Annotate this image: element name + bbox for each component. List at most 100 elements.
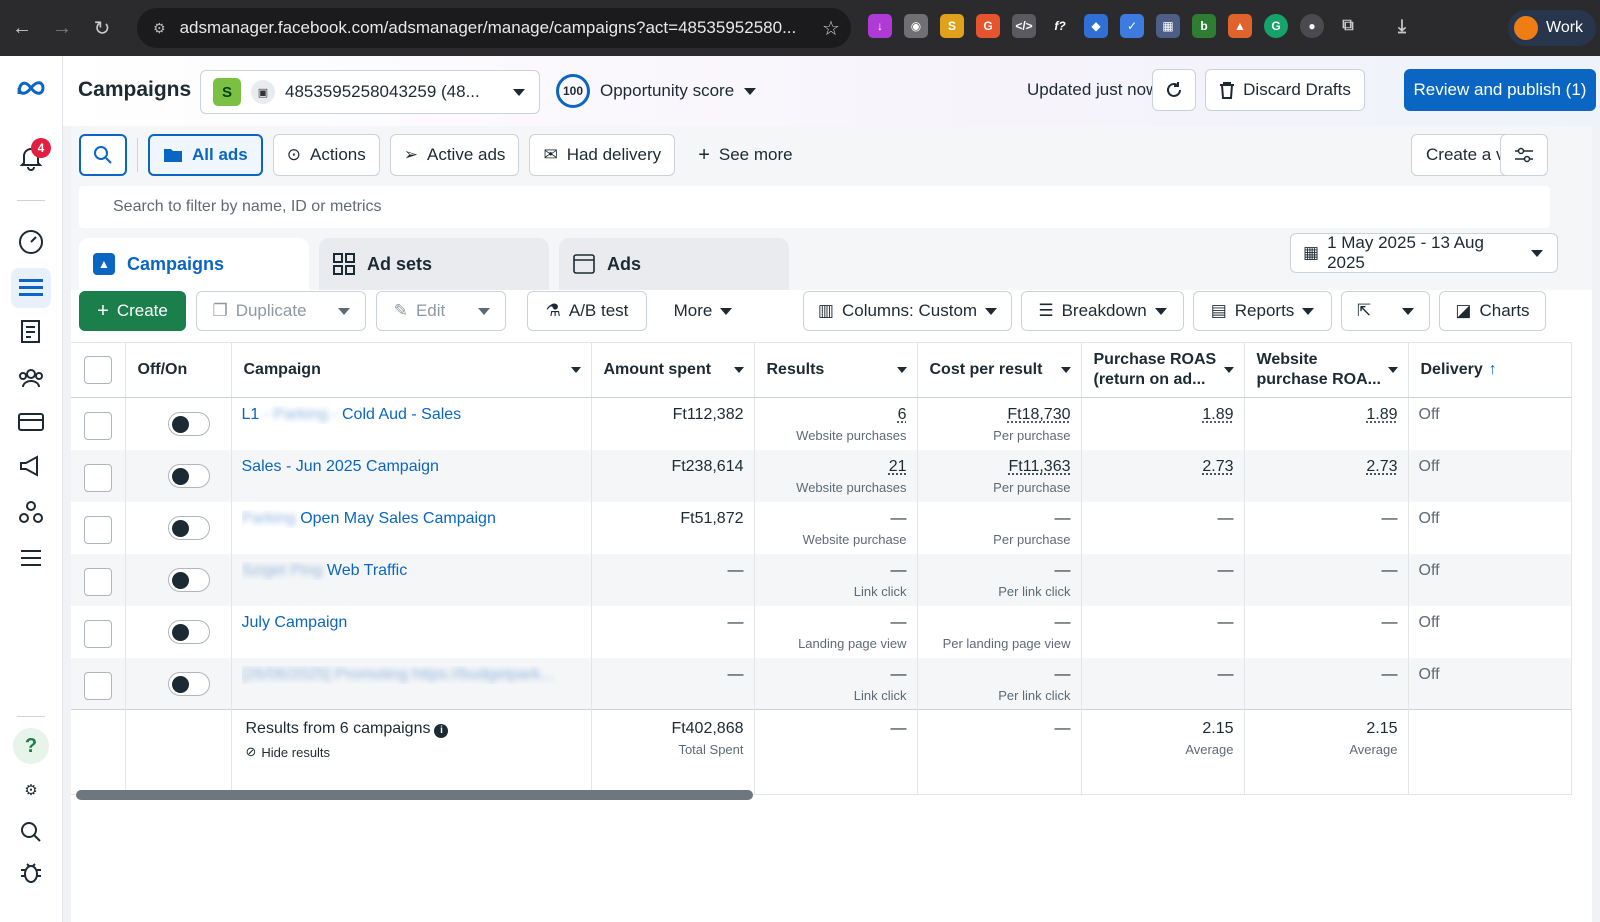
create-button[interactable]: + Create [79,291,186,331]
campaign-on-off-toggle[interactable] [167,567,210,592]
reload-icon[interactable]: ↻ [84,10,120,46]
column-header-cost-per-result[interactable]: Cost per result [917,342,1082,398]
opportunity-score-button[interactable]: 100 Opportunity score [556,74,757,108]
row-checkbox[interactable] [83,567,112,596]
business-tools-icon[interactable] [11,492,51,532]
refresh-button[interactable] [1152,69,1196,111]
seo-extension-icon[interactable]: S [940,14,964,38]
column-header-delivery[interactable]: Delivery ↑ [1408,342,1572,398]
site-settings-icon[interactable]: ⚙ [153,20,166,37]
reports-button[interactable]: ▤ Reports [1193,291,1332,331]
charts-button[interactable]: ◪ Charts [1439,291,1546,331]
campaign-name-link[interactable]: Parking Open May Sales Campaign [242,510,581,528]
info-icon[interactable]: i [434,723,449,738]
tab-ads[interactable]: Ads [559,238,789,290]
billing-card-icon[interactable] [11,402,51,442]
column-header-purchase-roas[interactable]: Purchase ROAS (return on ad... [1081,342,1245,398]
table-row[interactable]: July Campaign — — Landing page view — Per lan… [71,605,1572,658]
campaign-name-link[interactable]: [26/06/2025] Promoting https://budgetpar… [242,666,581,684]
audiences-icon[interactable] [11,358,51,398]
code-extension-icon[interactable]: </> [1012,14,1036,38]
all-ads-button[interactable]: All ads [148,134,263,176]
row-checkbox[interactable] [83,515,112,544]
column-header-campaign[interactable]: Campaign [231,342,592,398]
rocket-extension-icon[interactable]: ▲ [1228,14,1252,38]
date-range-picker[interactable]: ▦ 1 May 2025 - 13 Aug 2025 [1290,233,1558,273]
megaphone-icon[interactable] [11,446,51,486]
duplicate-button[interactable]: ❐ Duplicate [196,291,323,331]
row-checkbox[interactable] [83,412,112,440]
table-row[interactable]: [26/06/2025] Promoting https://budgetpar… [71,657,1572,710]
campaign-on-off-toggle[interactable] [167,412,210,436]
column-header-offon[interactable]: Off/On [125,342,232,398]
puzzle-extensions-icon[interactable]: ⧉ [1336,14,1360,38]
campaign-on-off-toggle[interactable] [167,515,210,540]
breakdown-button[interactable]: ☰ Breakdown [1021,291,1184,331]
column-header-website-roas[interactable]: Website purchase ROA... [1244,342,1409,398]
horizontal-scrollbar[interactable] [76,790,753,800]
review-and-publish-button[interactable]: Review and publish (1) [1404,69,1596,111]
reports-icon[interactable] [11,312,51,352]
export-dropdown-button[interactable] [1386,291,1430,331]
results-value[interactable]: 21 [765,458,907,476]
edit-dropdown-button[interactable] [462,291,506,331]
back-icon[interactable]: ← [4,10,40,46]
campaign-on-off-toggle[interactable] [167,463,210,488]
check-extension-icon[interactable]: ✓ [1120,14,1144,38]
campaign-name-link[interactable]: Sziget Ping Web Traffic [242,562,581,580]
hide-results-button[interactable]: ⊘ Hide results [246,744,581,760]
campaign-on-off-toggle[interactable] [167,619,210,644]
row-checkbox[interactable] [83,671,112,700]
table-row[interactable]: L1 - Parking - Cold Aud - Sales Ft112,382… [71,397,1572,450]
column-header-amount-spent[interactable]: Amount spent [591,342,755,398]
address-bar[interactable]: ⚙ adsmanager.facebook.com/adsmanager/man… [137,8,851,48]
grammarly-extension-icon[interactable]: G [1264,14,1288,38]
campaign-on-off-toggle[interactable] [167,671,210,696]
discard-drafts-button[interactable]: Discard Drafts [1205,69,1365,111]
column-header-results[interactable]: Results [754,342,918,398]
duplicate-dropdown-button[interactable] [322,291,366,331]
select-all-checkbox[interactable] [83,356,112,384]
campaigns-table-icon[interactable] [11,268,51,308]
cost-per-result-value[interactable]: Ft11,363 [928,458,1071,476]
cost-per-result-value[interactable]: Ft18,730 [928,406,1070,424]
table-row[interactable]: Sziget Ping Web Traffic — — Link click — Per … [71,553,1572,606]
settings-sliders-button[interactable] [1500,134,1548,176]
active-ads-button[interactable]: ➢ Active ads [389,134,520,176]
font-extension-icon[interactable]: f? [1048,14,1072,38]
tag-extension-icon[interactable]: ◆ [1084,14,1108,38]
table-row[interactable]: Parking Open May Sales Campaign Ft51,872 —… [71,501,1572,554]
profile-button[interactable]: Work [1508,10,1596,46]
tab-campaigns[interactable]: ▲ Campaigns [79,238,309,290]
campaign-name-link[interactable]: L1 - Parking - Cold Aud - Sales [242,406,581,424]
export-button[interactable]: ⇱ [1341,291,1387,331]
campaign-name-link[interactable]: Sales - Jun 2025 Campaign [242,458,581,476]
meta-logo-icon[interactable] [11,68,51,108]
row-checkbox[interactable] [83,463,112,492]
help-icon[interactable]: ? [11,726,51,766]
bw-extension-icon[interactable]: b [1192,14,1216,38]
campaign-name-link[interactable]: July Campaign [242,614,581,632]
search-icon[interactable] [11,812,51,852]
notifications-bell-icon[interactable]: 4 [11,138,51,178]
location-extension-icon[interactable]: ● [1300,14,1324,38]
had-delivery-button[interactable]: ✉ Had delivery [529,134,676,176]
g-extension-icon[interactable]: G [976,14,1000,38]
results-value[interactable]: 6 [765,406,907,424]
account-selector[interactable]: S ▣ 4853595258043259 (48... [200,70,540,114]
actions-button[interactable]: ⊙ Actions [272,134,380,176]
tab-ad-sets[interactable]: Ad sets [319,238,549,290]
menu-hamburger-icon[interactable] [11,538,51,578]
dashboard-gauge-icon[interactable] [11,222,51,262]
table-row[interactable]: Sales - Jun 2025 Campaign Ft238,614 21 Webs… [71,449,1572,502]
more-button[interactable]: More [659,291,747,331]
search-toggle-button[interactable] [79,134,127,176]
camera-extension-icon[interactable]: ◉ [904,14,928,38]
ab-test-button[interactable]: ⚗ A/B test [527,291,647,331]
search-input[interactable]: Search to filter by name, ID or metrics [79,186,1550,228]
edit-button[interactable]: ✎ Edit [376,291,463,331]
row-checkbox[interactable] [83,619,112,648]
forward-icon[interactable]: → [44,10,80,46]
downloads-icon[interactable]: ⤓ [1390,14,1414,38]
see-more-button[interactable]: + See more [685,134,805,176]
